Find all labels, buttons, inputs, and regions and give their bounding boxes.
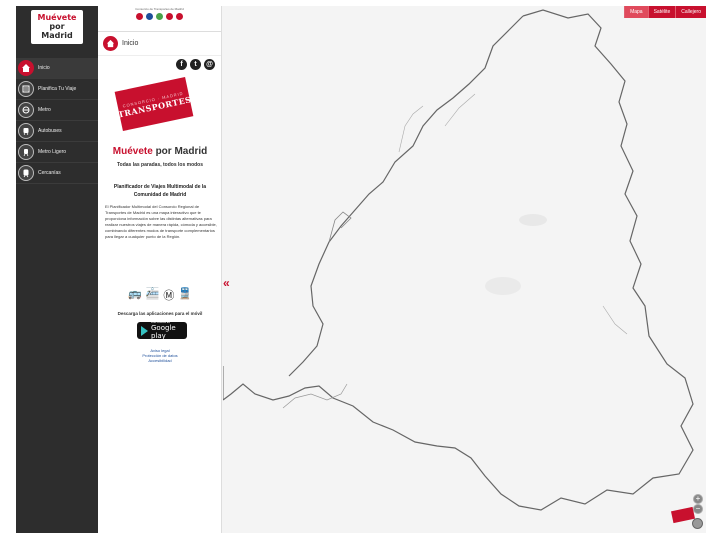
facebook-icon[interactable]: f bbox=[176, 59, 187, 70]
twitter-icon[interactable]: t bbox=[190, 59, 201, 70]
metro-mode-icon bbox=[136, 13, 143, 20]
email-icon[interactable]: @ bbox=[204, 59, 215, 70]
light-rail-icon: 🚈 bbox=[145, 288, 160, 300]
intercity-mode-icon bbox=[176, 13, 183, 20]
zoom-out-button[interactable]: − bbox=[693, 504, 703, 514]
sidebar-item-metro[interactable]: Metro bbox=[16, 100, 98, 121]
light-rail-icon bbox=[18, 144, 34, 160]
google-play-button[interactable]: DISPONIBLE EN Google play bbox=[137, 321, 187, 340]
metro-icon: Ⓜ bbox=[163, 290, 175, 302]
play-icon bbox=[141, 325, 148, 336]
map-layer-switcher: Mapa Satélite Callejero bbox=[624, 6, 706, 18]
zoom-in-button[interactable]: + bbox=[693, 494, 703, 504]
app-frame: Muévete por Madrid Inicio Planifica Tu V… bbox=[16, 6, 706, 533]
train-icon: 🚆 bbox=[178, 288, 193, 300]
zoom-controls: + − bbox=[693, 494, 703, 514]
region-boundary-map bbox=[222, 6, 706, 533]
route-icon bbox=[18, 81, 34, 97]
sidebar-nav: Inicio Planifica Tu Viaje Metro Autobuse… bbox=[16, 58, 98, 184]
train-mode-icon bbox=[166, 13, 173, 20]
sidebar-item-inicio[interactable]: Inicio bbox=[16, 58, 98, 79]
consortium-title: Consorcio de Transportes de Madrid bbox=[135, 7, 184, 11]
info-panel: Consorcio de Transportes de Madrid Inici… bbox=[98, 6, 222, 533]
sidebar-item-label: Cercanías bbox=[38, 170, 61, 176]
consortium-header: Consorcio de Transportes de Madrid bbox=[98, 6, 221, 32]
brand-title: Muévete por Madrid bbox=[112, 146, 208, 157]
bus-icon: 🚌 bbox=[127, 288, 142, 300]
accessibility-link[interactable]: Accesibilidad bbox=[98, 358, 222, 363]
map-canvas[interactable]: Mapa Satélite Callejero + − bbox=[222, 6, 706, 533]
sidebar-item-cercanias[interactable]: Cercanías bbox=[16, 163, 98, 184]
sidebar-item-metro-ligero[interactable]: Metro Ligero bbox=[16, 142, 98, 163]
home-icon bbox=[18, 60, 34, 76]
logo[interactable]: Muévete por Madrid bbox=[31, 10, 83, 44]
download-apps-label: Descarga las aplicaciones para el móvil bbox=[117, 311, 203, 316]
planner-description: El Planificador Multimodal del Consorcio… bbox=[105, 204, 217, 239]
layer-street-button[interactable]: Callejero bbox=[675, 6, 706, 18]
sidebar-item-label: Metro Ligero bbox=[38, 149, 67, 155]
logo-line3: Madrid bbox=[41, 31, 73, 40]
bus-icon bbox=[18, 123, 34, 139]
home-icon bbox=[103, 36, 118, 51]
sidebar-item-label: Metro bbox=[38, 107, 51, 113]
sidebar-item-label: Planifica Tu Viaje bbox=[38, 86, 77, 92]
transport-modes-row bbox=[136, 13, 183, 20]
sidebar-item-label: Inicio bbox=[38, 65, 50, 71]
planner-title: Planificador de Viajes Multimodal de la … bbox=[113, 184, 207, 198]
sidebar: Muévete por Madrid Inicio Planifica Tu V… bbox=[16, 6, 98, 533]
logo-line1: Muévete bbox=[37, 13, 77, 22]
panel-title: Inicio bbox=[122, 40, 139, 47]
mode-icons: 🚌 🚈 Ⓜ 🚆 bbox=[98, 287, 222, 303]
layer-satellite-button[interactable]: Satélite bbox=[647, 6, 676, 18]
social-links: f t @ bbox=[176, 59, 215, 70]
bus-mode-icon bbox=[146, 13, 153, 20]
panel-header: Inicio bbox=[98, 32, 221, 56]
locate-icon[interactable] bbox=[692, 518, 703, 529]
consortium-stamp-logo: CONSORCIO · MADRID TRANSPORTES bbox=[114, 76, 194, 132]
sidebar-item-autobuses[interactable]: Autobuses bbox=[16, 121, 98, 142]
tagline: Todas las paradas, todos los modos bbox=[116, 162, 204, 168]
metro-icon bbox=[18, 102, 34, 118]
light-rail-mode-icon bbox=[156, 13, 163, 20]
train-icon bbox=[18, 165, 34, 181]
logo-line2: por bbox=[49, 22, 65, 31]
layer-map-button[interactable]: Mapa bbox=[624, 6, 648, 18]
sidebar-item-label: Autobuses bbox=[38, 128, 62, 134]
collapse-panel-icon[interactable]: « bbox=[223, 276, 230, 290]
sidebar-item-planifica[interactable]: Planifica Tu Viaje bbox=[16, 79, 98, 100]
footer-links: Aviso legal Protección de datos Accesibi… bbox=[98, 348, 222, 363]
